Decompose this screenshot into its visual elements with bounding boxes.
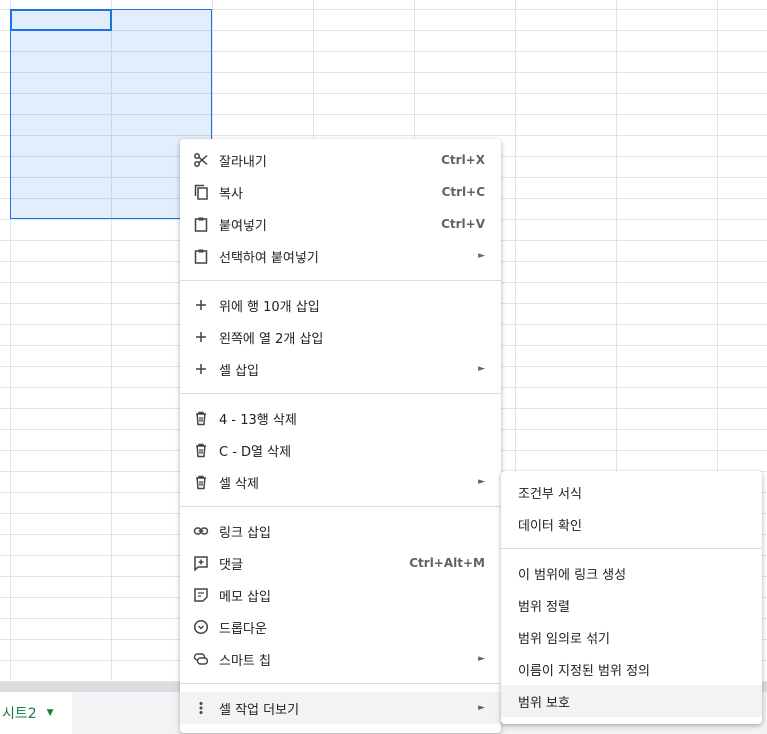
- menu-item-label: 이 범위에 링크 생성: [518, 567, 627, 583]
- menu-item[interactable]: C - D열 삭제: [180, 434, 501, 466]
- active-cell[interactable]: [10, 9, 112, 31]
- menu-item-label: 위에 행 10개 삽입: [219, 299, 320, 315]
- menu-item[interactable]: 셀 삽입 ►: [180, 353, 501, 385]
- menu-item-label: 셀 삭제: [219, 476, 260, 492]
- menu-item[interactable]: 댓글 Ctrl+Alt+M: [180, 547, 501, 579]
- menu-divider: [501, 548, 762, 549]
- menu-item-shortcut: Ctrl+X: [441, 153, 485, 167]
- menu-item[interactable]: 왼쪽에 열 2개 삽입: [180, 321, 501, 353]
- menu-item[interactable]: 선택하여 붙여넣기 ►: [180, 240, 501, 272]
- more-cell-actions-submenu: 조건부 서식데이터 확인이 범위에 링크 생성범위 정렬범위 임의로 섞기이름이…: [501, 471, 762, 724]
- menu-item-label: 이름이 지정된 범위 정의: [518, 663, 650, 679]
- menu-item-label: 잘라내기: [219, 154, 267, 170]
- trash-icon: [193, 410, 209, 426]
- menu-item-label: 복사: [219, 186, 243, 202]
- smart-chip-icon: [193, 651, 209, 667]
- menu-item-label: 범위 보호: [518, 695, 570, 711]
- menu-item[interactable]: 데이터 확인: [501, 508, 762, 540]
- menu-item[interactable]: 잘라내기 Ctrl+X: [180, 144, 501, 176]
- menu-item-label: 조건부 서식: [518, 486, 582, 502]
- menu-item[interactable]: 조건부 서식: [501, 476, 762, 508]
- menu-item[interactable]: 스마트 칩 ►: [180, 643, 501, 675]
- menu-item[interactable]: 복사 Ctrl+C: [180, 176, 501, 208]
- menu-item[interactable]: 드롭다운: [180, 611, 501, 643]
- menu-item-label: 범위 정렬: [518, 599, 570, 615]
- menu-divider: [180, 280, 501, 281]
- menu-item[interactable]: 붙여넣기 Ctrl+V: [180, 208, 501, 240]
- chevron-down-icon[interactable]: ▼: [47, 708, 54, 718]
- menu-item[interactable]: 위에 행 10개 삽입: [180, 289, 501, 321]
- submenu-arrow-icon: ►: [478, 364, 485, 374]
- plus-icon: [193, 329, 209, 345]
- trash-icon: [193, 442, 209, 458]
- menu-divider: [180, 683, 501, 684]
- menu-item-label: 붙여넣기: [219, 218, 267, 234]
- submenu-arrow-icon: ►: [478, 251, 485, 261]
- note-icon: [193, 587, 209, 603]
- menu-divider: [180, 506, 501, 507]
- more-vert-icon: [193, 700, 209, 716]
- plus-icon: [193, 361, 209, 377]
- menu-item-shortcut: Ctrl+C: [441, 185, 485, 199]
- menu-item-label: 4 - 13행 삭제: [219, 412, 297, 428]
- menu-item-shortcut: Ctrl+V: [441, 217, 485, 231]
- menu-item-label: 셀 작업 더보기: [219, 702, 300, 718]
- menu-item-label: 스마트 칩: [219, 653, 271, 669]
- menu-item[interactable]: 셀 삭제 ►: [180, 466, 501, 498]
- menu-item-label: 셀 삽입: [219, 363, 260, 379]
- menu-item[interactable]: 범위 정렬: [501, 589, 762, 621]
- dropdown-icon: [193, 619, 209, 635]
- menu-item[interactable]: 링크 삽입: [180, 515, 501, 547]
- submenu-arrow-icon: ►: [478, 654, 485, 664]
- menu-item-shortcut: Ctrl+Alt+M: [409, 556, 485, 570]
- menu-item[interactable]: 이 범위에 링크 생성: [501, 557, 762, 589]
- menu-item-label: C - D열 삭제: [219, 444, 292, 460]
- menu-item-label: 데이터 확인: [518, 518, 582, 534]
- menu-item[interactable]: 메모 삽입: [180, 579, 501, 611]
- comment-add-icon: [193, 555, 209, 571]
- link-icon: [193, 523, 209, 539]
- menu-item-label: 링크 삽입: [219, 525, 271, 541]
- menu-item[interactable]: 4 - 13행 삭제: [180, 402, 501, 434]
- submenu-arrow-icon: ►: [478, 703, 485, 713]
- menu-item-label: 메모 삽입: [219, 589, 271, 605]
- plus-icon: [193, 297, 209, 313]
- clipboard-icon: [193, 216, 209, 232]
- menu-item[interactable]: 범위 보호: [501, 685, 762, 717]
- context-menu: 잘라내기 Ctrl+X 복사 Ctrl+C 붙여넣기 Ctrl+V 선택하여 붙여넣기 ► 위에…: [180, 139, 501, 733]
- copy-icon: [193, 184, 209, 200]
- submenu-arrow-icon: ►: [478, 477, 485, 487]
- menu-item[interactable]: 범위 임의로 섞기: [501, 621, 762, 653]
- menu-item[interactable]: 셀 작업 더보기 ►: [180, 692, 501, 724]
- menu-item-label: 범위 임의로 섞기: [518, 631, 610, 647]
- menu-item-label: 드롭다운: [219, 621, 267, 637]
- scissors-icon: [193, 152, 209, 168]
- sheet-tab[interactable]: 시트2 ▼: [0, 692, 72, 734]
- menu-item[interactable]: 이름이 지정된 범위 정의: [501, 653, 762, 685]
- trash-icon: [193, 474, 209, 490]
- sheet-tab-label: 시트2: [2, 706, 37, 722]
- clipboard-icon: [193, 248, 209, 264]
- menu-divider: [180, 393, 501, 394]
- menu-item-label: 선택하여 붙여넣기: [219, 250, 319, 266]
- menu-item-label: 댓글: [219, 557, 243, 573]
- menu-item-label: 왼쪽에 열 2개 삽입: [219, 331, 324, 347]
